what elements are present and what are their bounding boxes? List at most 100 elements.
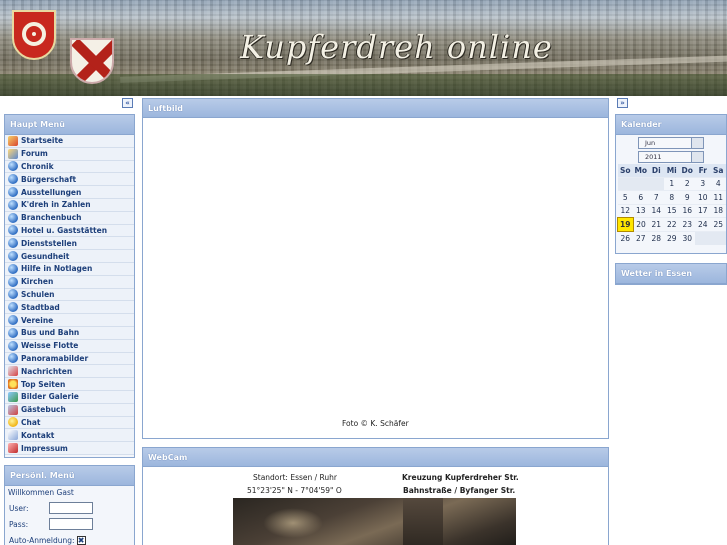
calendar-empty-cell bbox=[695, 230, 711, 245]
menu-item-label: Panoramabilder bbox=[21, 353, 89, 363]
calendar-empty-cell bbox=[617, 176, 633, 191]
menu-item[interactable]: Ausstellungen bbox=[5, 186, 134, 199]
month-value: Jun bbox=[645, 139, 656, 147]
menu-item-label: Gästebuch bbox=[21, 405, 66, 415]
month-dropdown-icon bbox=[691, 138, 703, 148]
calendar-day[interactable]: 30 bbox=[679, 230, 695, 245]
menu-item[interactable]: Bus und Bahn bbox=[5, 326, 134, 340]
globe-icon bbox=[8, 174, 18, 185]
user-label: User: bbox=[9, 503, 29, 513]
calendar-grid: So Mo Di Mi Do Fr Sa 1 2 3 4 5 6 7 8 9 10 11 12 13 14 15 16 17… bbox=[617, 164, 726, 245]
year-value: 2011 bbox=[645, 153, 662, 161]
calendar-day[interactable]: 28 bbox=[648, 230, 664, 245]
calendar-day[interactable]: 11 bbox=[710, 190, 726, 204]
calendar-day[interactable]: 26 bbox=[617, 230, 633, 245]
menu-item[interactable]: Schulen bbox=[5, 288, 134, 302]
menu-item[interactable]: Startseite bbox=[5, 135, 134, 148]
menu-item-label: Bürgerschaft bbox=[21, 174, 77, 184]
calendar-day[interactable]: 18 bbox=[710, 203, 726, 218]
menu-item[interactable]: Hilfe in Notlagen bbox=[5, 262, 134, 276]
auto-login-label: Auto-Anmeldung: bbox=[9, 535, 75, 545]
weekday-label: Sa bbox=[710, 164, 726, 177]
calendar-day[interactable]: 7 bbox=[648, 190, 664, 204]
menu-item-label: Ausstellungen bbox=[21, 187, 82, 197]
luftbild-title: Luftbild bbox=[143, 99, 608, 118]
menu-item[interactable]: Dienststellen bbox=[5, 237, 134, 251]
username-input[interactable] bbox=[49, 502, 93, 514]
menu-item[interactable]: Chat bbox=[5, 416, 134, 430]
globe-icon bbox=[8, 187, 18, 198]
calendar-day[interactable]: 13 bbox=[633, 203, 649, 218]
coat-of-arms-essen-icon bbox=[12, 10, 56, 60]
auto-login-checkbox[interactable]: ✖ bbox=[76, 535, 86, 545]
menu-item[interactable]: Panoramabilder bbox=[5, 352, 134, 366]
star-icon bbox=[8, 379, 18, 390]
menu-item[interactable]: Forum bbox=[5, 147, 134, 161]
menu-item-label: Impressum bbox=[21, 443, 68, 453]
main-menu-title: Haupt Menü bbox=[5, 115, 134, 135]
menu-item[interactable]: Bilder Galerie bbox=[5, 390, 134, 404]
calendar-day[interactable]: 17 bbox=[695, 203, 711, 218]
menu-item[interactable]: K'dreh in Zahlen bbox=[5, 198, 134, 212]
guestbook-icon bbox=[8, 404, 18, 415]
calendar-day[interactable]: 14 bbox=[648, 203, 664, 218]
menu-item[interactable]: Impressum bbox=[5, 442, 134, 455]
calendar-day[interactable]: 3 bbox=[695, 176, 711, 191]
coat-of-arms-kupferdreh-icon bbox=[70, 38, 114, 84]
menu-item[interactable]: Hotel u. Gaststätten bbox=[5, 224, 134, 238]
webcam-location: Standort: Essen / Ruhr bbox=[253, 473, 338, 482]
menu-item[interactable]: Stadtbad bbox=[5, 301, 134, 315]
menu-item[interactable]: Gästebuch bbox=[5, 403, 134, 417]
photo-credit: Foto © K. Schäfer bbox=[342, 419, 409, 428]
menu-item[interactable]: Chronik bbox=[5, 160, 134, 174]
imprint-icon bbox=[8, 443, 18, 454]
menu-item-label: Schulen bbox=[21, 289, 55, 299]
calendar-day[interactable]: 2 bbox=[679, 176, 695, 191]
calendar-day[interactable]: 22 bbox=[664, 217, 680, 231]
aerial-image-area bbox=[143, 118, 608, 418]
menu-item[interactable]: Weisse Flotte bbox=[5, 339, 134, 353]
calendar-day[interactable]: 15 bbox=[664, 203, 680, 218]
menu-item-label: Chronik bbox=[21, 161, 54, 171]
calendar-day[interactable]: 4 bbox=[710, 176, 726, 191]
calendar-day[interactable]: 12 bbox=[617, 203, 633, 218]
menu-item[interactable]: Kontakt bbox=[5, 429, 134, 443]
calendar-day[interactable]: 5 bbox=[617, 190, 633, 204]
collapse-right-button[interactable]: » bbox=[617, 98, 628, 108]
calendar-day[interactable]: 29 bbox=[664, 230, 680, 245]
menu-item[interactable]: Gesundheit bbox=[5, 250, 134, 263]
calendar-day[interactable]: 21 bbox=[648, 217, 664, 231]
auto-login-row: Auto-Anmeldung: ✖ bbox=[5, 532, 134, 545]
password-input[interactable] bbox=[49, 518, 93, 530]
calendar-day[interactable]: 25 bbox=[710, 217, 726, 231]
calendar-day[interactable]: 20 bbox=[633, 217, 649, 231]
calendar-day[interactable]: 1 bbox=[664, 176, 680, 191]
calendar-title: Kalender bbox=[616, 115, 726, 135]
calendar-day[interactable]: 10 bbox=[695, 190, 711, 204]
weekday-label: Mi bbox=[664, 164, 680, 177]
menu-item[interactable]: Nachrichten bbox=[5, 365, 134, 379]
menu-item-label: Weisse Flotte bbox=[21, 341, 79, 351]
collapse-left-button[interactable]: « bbox=[122, 98, 133, 108]
menu-item[interactable]: Top Seiten bbox=[5, 378, 134, 391]
calendar-day[interactable]: 6 bbox=[633, 190, 649, 204]
contact-icon bbox=[8, 430, 18, 441]
menu-item[interactable]: Vereine bbox=[5, 314, 134, 327]
menu-item[interactable]: Kirchen bbox=[5, 275, 134, 289]
calendar-day-today[interactable]: 19 bbox=[617, 217, 634, 232]
calendar-day[interactable]: 9 bbox=[679, 190, 695, 204]
header-banner: Kupferdreh online bbox=[0, 0, 727, 96]
month-select[interactable]: Jun bbox=[638, 137, 704, 149]
menu-item[interactable]: Bürgerschaft bbox=[5, 173, 134, 187]
webcam-image[interactable] bbox=[233, 498, 516, 545]
calendar-day[interactable]: 16 bbox=[679, 203, 695, 218]
globe-icon bbox=[8, 276, 18, 287]
calendar-day[interactable]: 8 bbox=[664, 190, 680, 204]
calendar-day[interactable]: 24 bbox=[695, 217, 711, 231]
calendar-day[interactable]: 27 bbox=[633, 230, 649, 245]
menu-item[interactable]: Branchenbuch bbox=[5, 211, 134, 225]
calendar-day[interactable]: 23 bbox=[679, 217, 695, 231]
year-select[interactable]: 2011 bbox=[638, 151, 704, 163]
menu-item-label: Bus und Bahn bbox=[21, 328, 80, 338]
site-title: Kupferdreh online bbox=[240, 28, 553, 66]
